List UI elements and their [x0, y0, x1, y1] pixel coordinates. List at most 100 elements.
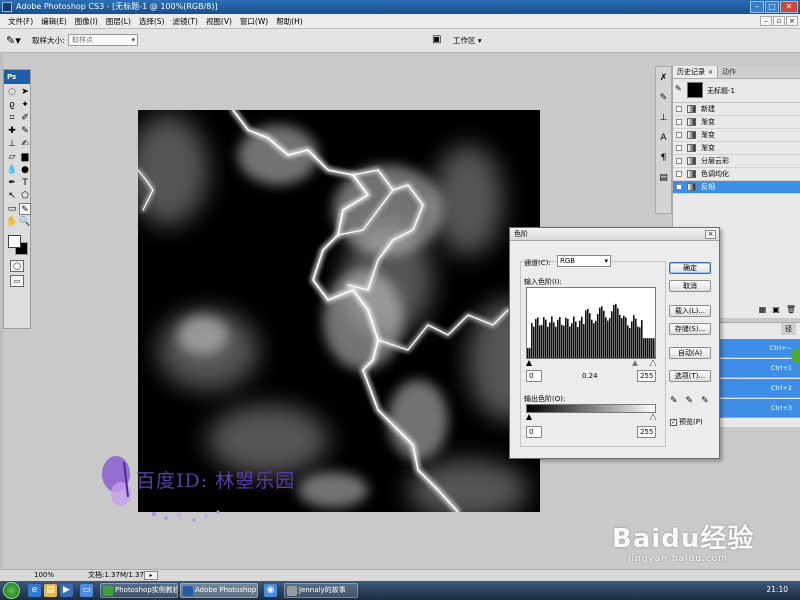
desktop-icon[interactable]: ▭ [80, 584, 93, 597]
pen-tool-icon[interactable]: ✒ [6, 177, 18, 189]
gray-eyedropper-icon[interactable]: ✎ [686, 396, 694, 406]
output-black-field[interactable]: 0 [526, 426, 542, 438]
slice-tool-icon[interactable]: ✐ [19, 112, 31, 124]
history-brush-source-icon[interactable]: ✎ [675, 84, 686, 95]
explorer-icon[interactable]: ▤ [44, 584, 57, 597]
menu-window[interactable]: 窗口(W) [236, 14, 272, 29]
menu-view[interactable]: 视图(V) [202, 14, 236, 29]
doc-close-button[interactable]: × [786, 16, 798, 26]
new-snapshot-icon[interactable]: ▣ [772, 305, 780, 314]
input-white-field[interactable]: 255 [637, 370, 656, 382]
trash-icon[interactable]: 🗑 [786, 305, 796, 314]
foreground-color-swatch[interactable] [8, 235, 21, 248]
history-checkbox[interactable] [676, 171, 682, 177]
sample-size-select[interactable]: 取样点 [68, 34, 138, 46]
taskbar-item[interactable]: Jennaly的故事 [284, 583, 358, 598]
history-checkbox[interactable] [676, 184, 682, 190]
shape-tool-icon[interactable]: ⬠ [19, 190, 31, 202]
hand-tool-icon[interactable]: ✋ [6, 216, 18, 228]
screen-mode-icon[interactable]: ▭ [10, 275, 24, 287]
history-checkbox[interactable] [676, 119, 682, 125]
cancel-button[interactable]: 取消 [669, 280, 711, 292]
menu-layer[interactable]: 图层(L) [102, 14, 135, 29]
ok-button[interactable]: 确定 [669, 262, 711, 274]
menu-help[interactable]: 帮助(H) [272, 14, 307, 29]
status-menu-arrow-icon[interactable]: ▸ [144, 571, 158, 580]
zoom-level[interactable]: 100% [34, 570, 54, 581]
menu-select[interactable]: 选择(S) [135, 14, 169, 29]
history-brush-icon[interactable]: ✍ [19, 138, 31, 150]
paragraph-icon[interactable]: ¶ [657, 151, 670, 165]
tab-actions[interactable]: 动作 [718, 66, 740, 78]
preview-checkbox[interactable]: ✓ [670, 418, 677, 426]
history-checkbox[interactable] [676, 145, 682, 151]
menu-edit[interactable]: 编辑(E) [37, 14, 71, 29]
history-snapshot[interactable]: ✎ 无标题-1 [673, 79, 800, 103]
input-gamma-field[interactable]: 0.24 [582, 372, 598, 380]
brushes-icon[interactable]: ✎ [657, 91, 670, 105]
notes-tool-icon[interactable]: ▭ [6, 203, 18, 215]
dodge-tool-icon[interactable]: ● [19, 164, 31, 176]
auto-button[interactable]: 自动(A) [669, 347, 711, 359]
tools-preset-icon[interactable]: ✗ [657, 71, 670, 85]
layer-comps-icon[interactable]: ▤ [657, 171, 670, 185]
preview-option[interactable]: ✓ 预览(P) [670, 417, 703, 427]
doc-minimize-button[interactable]: – [760, 16, 772, 26]
input-black-field[interactable]: 0 [526, 370, 542, 382]
gradient-tool-icon[interactable]: ▆ [19, 151, 31, 163]
history-row[interactable]: 渐变 [673, 142, 800, 155]
menu-file[interactable]: 文件(F) [4, 14, 37, 29]
history-row[interactable]: 渐变 [673, 116, 800, 129]
media-player-icon[interactable]: ▶ [60, 584, 73, 597]
workspace-menu[interactable]: 工作区 [453, 35, 482, 46]
history-checkbox[interactable] [676, 132, 682, 138]
ie-icon[interactable]: e [28, 584, 41, 597]
side-notification-tab[interactable] [791, 348, 800, 364]
input-slider[interactable] [526, 360, 656, 366]
maximize-button[interactable]: □ [765, 1, 779, 13]
load-button[interactable]: 载入(L)... [669, 305, 711, 317]
marquee-tool-icon[interactable]: ◌ [6, 86, 18, 98]
history-row[interactable]: 渐变 [673, 129, 800, 142]
crop-tool-icon[interactable]: ⌗ [6, 112, 18, 124]
output-slider[interactable] [526, 414, 656, 420]
move-tool-icon[interactable]: ➤ [19, 86, 31, 98]
black-eyedropper-icon[interactable]: ✎ [670, 396, 678, 406]
clone-stamp-icon[interactable]: ⊥ [6, 138, 18, 150]
blur-tool-icon[interactable]: 💧 [6, 164, 18, 176]
save-button[interactable]: 存储(S)... [669, 323, 711, 335]
eyedropper-icon[interactable]: ✎ [19, 203, 31, 215]
lasso-tool-icon[interactable]: ϱ [6, 99, 18, 111]
close-button[interactable]: ✕ [780, 1, 798, 13]
history-row[interactable]: 色调均化 [673, 168, 800, 181]
type-tool-icon[interactable]: T [19, 177, 31, 189]
history-row[interactable]: 新建 [673, 103, 800, 116]
tab-close-icon[interactable]: × [708, 69, 713, 76]
history-checkbox[interactable] [676, 106, 682, 112]
eraser-tool-icon[interactable]: ▱ [6, 151, 18, 163]
media-icon[interactable]: ◉ [264, 584, 277, 597]
tab-history[interactable]: 历史记录 × [673, 66, 719, 78]
tab-channels-partial[interactable]: 径 [781, 323, 796, 335]
healing-brush-icon[interactable]: ✚ [6, 125, 18, 137]
minimize-button[interactable]: – [750, 1, 764, 13]
menu-filter[interactable]: 滤镜(T) [169, 14, 202, 29]
channel-select[interactable]: RGB [557, 255, 611, 267]
start-button[interactable] [3, 582, 20, 599]
clock[interactable]: 21:10 [766, 585, 788, 594]
dialog-close-button[interactable]: × [705, 230, 716, 239]
new-document-icon[interactable]: ▦ [759, 305, 767, 314]
taskbar-item-active[interactable]: Adobe Photoshop ... [180, 583, 258, 598]
white-eyedropper-icon[interactable]: ✎ [701, 396, 709, 406]
history-checkbox[interactable] [676, 158, 682, 164]
quick-mask-icon[interactable]: ◯ [10, 260, 24, 272]
output-white-field[interactable]: 255 [637, 426, 656, 438]
taskbar-item[interactable]: Photoshop实例教程... [100, 583, 178, 598]
eyedropper-tool-icon[interactable]: ✎▾ [6, 34, 24, 48]
character-icon[interactable]: A [657, 131, 670, 145]
history-row-selected[interactable]: 反相 [673, 181, 800, 194]
zoom-tool-icon[interactable]: 🔍 [19, 216, 31, 228]
magic-wand-tool-icon[interactable]: ✦ [19, 99, 31, 111]
brush-tool-icon[interactable]: ✎ [19, 125, 31, 137]
menu-image[interactable]: 图像(I) [71, 14, 102, 29]
